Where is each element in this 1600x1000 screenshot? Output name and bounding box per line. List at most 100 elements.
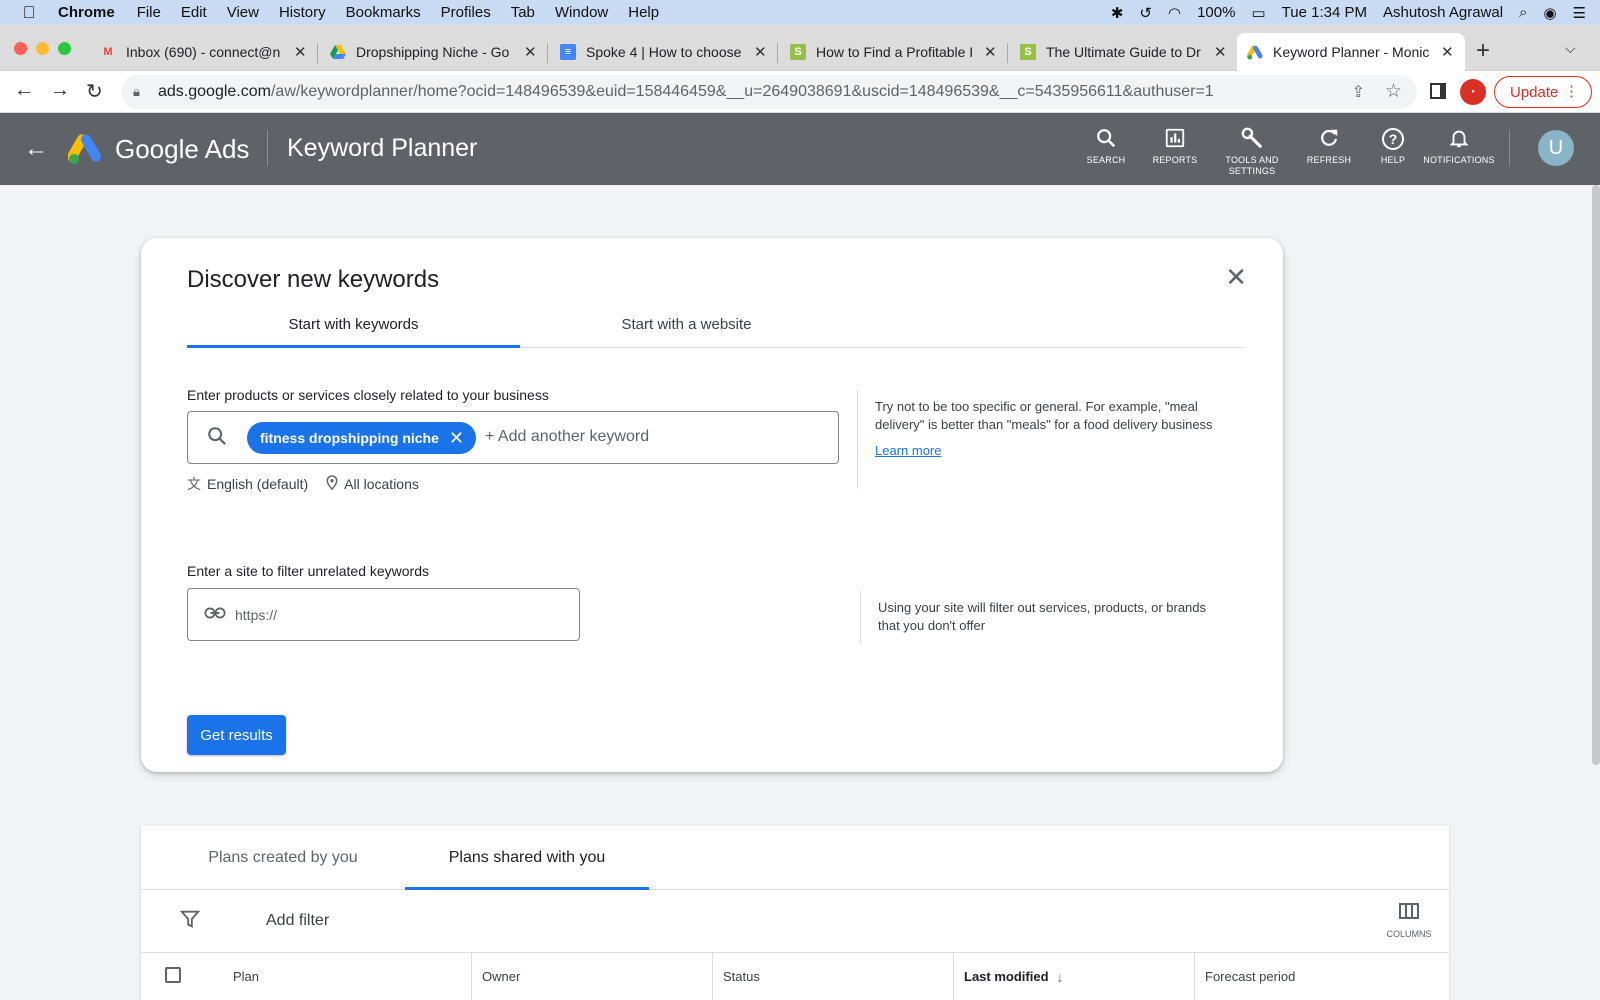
header-button-label: SEARCH [1086, 155, 1126, 165]
browser-tab-docs[interactable]: ≡ Spoke 4 | How to choose ✕ [550, 33, 778, 71]
svg-text:?: ? [1389, 131, 1398, 147]
spotlight-search-icon[interactable]: ⌕ [1519, 4, 1527, 21]
header-search-button[interactable]: SEARCH [1068, 127, 1144, 166]
header-reports-button[interactable]: REPORTS [1137, 127, 1213, 166]
bluetooth-icon[interactable]: ✱ [1111, 4, 1124, 22]
menu-file[interactable]: File [137, 4, 161, 21]
tab-start-with-keywords[interactable]: Start with keywords [187, 300, 520, 348]
page-scrollbar[interactable] [1592, 185, 1600, 765]
menu-help[interactable]: Help [628, 4, 659, 21]
translate-icon: 文 [187, 476, 201, 492]
product-title: Keyword Planner [287, 134, 478, 162]
site-url-input[interactable]: https:// [235, 607, 277, 623]
time-machine-icon[interactable]: ↺ [1139, 4, 1152, 22]
tab-start-with-website[interactable]: Start with a website [520, 300, 853, 348]
menu-history[interactable]: History [279, 4, 326, 21]
site-input-box[interactable]: https:// [187, 588, 580, 641]
share-icon[interactable]: ⇪ [1352, 82, 1365, 102]
menu-edit[interactable]: Edit [181, 4, 207, 21]
update-button[interactable]: Update ⋮ [1494, 76, 1592, 108]
tab-title: The Ultimate Guide to Dr [1046, 44, 1201, 60]
menu-tab[interactable]: Tab [511, 4, 535, 21]
close-tab-icon[interactable]: ✕ [984, 43, 997, 61]
shopify-icon: S [790, 44, 806, 60]
header-help-button[interactable]: ? HELP [1355, 127, 1431, 166]
browser-tab-shopify-2[interactable]: S The Ultimate Guide to Dr ✕ [1010, 33, 1237, 71]
language-selector[interactable]: English (default) [207, 476, 308, 492]
header-notifications-button[interactable]: NOTIFICATIONS [1421, 127, 1497, 166]
location-pin-icon [326, 475, 338, 493]
account-avatar[interactable]: U [1538, 130, 1574, 166]
clock[interactable]: Tue 1:34 PM [1282, 4, 1367, 21]
keyword-chip[interactable]: fitness dropshipping niche ✕ [247, 422, 476, 454]
forward-arrow-icon[interactable]: → [50, 79, 70, 102]
back-arrow-icon[interactable]: ← [24, 135, 48, 163]
search-icon [1068, 127, 1144, 153]
siri-icon[interactable]: ◉ [1543, 4, 1556, 22]
address-bar[interactable]: 🔒︎ ads.google.com/aw/keywordplanner/home… [121, 75, 1417, 109]
bookmark-star-icon[interactable]: ☆ [1385, 80, 1402, 103]
location-selector[interactable]: All locations [344, 476, 419, 492]
tab-search-chevron-icon[interactable]: ⌵ [1565, 40, 1576, 57]
maximize-window-button[interactable] [58, 42, 71, 55]
browser-tab-drive[interactable]: Dropshipping Niche - Go ✕ [320, 33, 548, 71]
select-all-checkbox[interactable] [165, 967, 181, 983]
column-header-forecast-period[interactable]: Forecast period [1195, 953, 1435, 1000]
filter-icon[interactable] [179, 908, 201, 936]
minimize-window-button[interactable] [36, 42, 49, 55]
apple-icon[interactable]:  [0, 3, 58, 23]
battery-icon[interactable]: ▭ [1251, 4, 1265, 22]
column-header-owner[interactable]: Owner [472, 953, 712, 1000]
back-arrow-icon[interactable]: ← [14, 79, 34, 102]
menu-app-chrome[interactable]: Chrome [58, 4, 115, 21]
profile-avatar-icon[interactable]: ● [1460, 79, 1486, 105]
menu-profiles[interactable]: Profiles [441, 4, 491, 21]
lock-icon[interactable]: 🔒︎ [133, 84, 140, 100]
wifi-icon[interactable]: ◠ [1168, 4, 1181, 22]
keywords-input-box[interactable]: fitness dropshipping niche ✕ + Add anoth… [187, 411, 839, 464]
side-panel-icon[interactable] [1430, 83, 1446, 99]
menu-view[interactable]: View [227, 4, 259, 21]
add-filter-button[interactable]: Add filter [266, 912, 329, 930]
column-header-plan[interactable]: Plan [223, 953, 473, 1000]
reload-icon[interactable]: ↻ [86, 79, 103, 104]
plans-tabs: Plans created by you Plans shared with y… [141, 826, 1449, 890]
column-header-status[interactable]: Status [713, 953, 953, 1000]
menu-window[interactable]: Window [555, 4, 608, 21]
header-button-label: NOTIFICATIONS [1423, 155, 1495, 165]
menu-bookmarks[interactable]: Bookmarks [346, 4, 421, 21]
close-tab-icon[interactable]: ✕ [1441, 43, 1454, 61]
close-window-button[interactable] [14, 42, 27, 55]
url-text[interactable]: ads.google.com/aw/keywordplanner/home?oc… [158, 83, 1214, 101]
close-icon[interactable]: ✕ [1225, 262, 1247, 293]
targeting-row: 文 English (default) All locations [187, 474, 419, 494]
header-tools-settings-button[interactable]: TOOLS AND SETTINGS [1214, 127, 1290, 177]
browser-tab-keyword-planner[interactable]: Keyword Planner - Monic ✕ [1237, 33, 1465, 71]
browser-tab-shopify-1[interactable]: S How to Find a Profitable I ✕ [780, 33, 1008, 71]
user-name[interactable]: Ashutosh Agrawal [1383, 4, 1503, 21]
tab-plans-created[interactable]: Plans created by you [181, 826, 385, 890]
new-tab-button[interactable]: + [1476, 37, 1490, 65]
learn-more-link[interactable]: Learn more [875, 442, 1235, 460]
tab-title: Spoke 4 | How to choose [586, 44, 742, 60]
close-tab-icon[interactable]: ✕ [754, 43, 767, 61]
google-ads-header: ← Google Ads Keyword Planner SEARCH REPO… [0, 113, 1600, 185]
close-tab-icon[interactable]: ✕ [524, 43, 537, 61]
tab-plans-shared[interactable]: Plans shared with you [405, 826, 649, 890]
column-header-last-modified[interactable]: Last modified ↓ [954, 953, 1194, 1000]
add-keyword-input[interactable]: + Add another keyword [485, 428, 649, 446]
remove-keyword-icon[interactable]: ✕ [449, 428, 464, 449]
columns-button[interactable]: COLUMNS [1381, 902, 1437, 939]
tab-title: Dropshipping Niche - Go [356, 44, 510, 60]
close-tab-icon[interactable]: ✕ [1214, 43, 1227, 61]
tab-title: How to Find a Profitable I [816, 44, 974, 60]
browser-tab-gmail[interactable]: M Inbox (690) - connect@n ✕ [90, 33, 318, 71]
get-results-button[interactable]: Get results [187, 715, 286, 755]
site-label: Enter a site to filter unrelated keyword… [187, 563, 430, 579]
close-tab-icon[interactable]: ✕ [294, 43, 307, 61]
filter-bar: Add filter COLUMNS [141, 890, 1449, 953]
more-vert-icon: ⋮ [1564, 83, 1579, 100]
brand-title: Google Ads [115, 134, 250, 164]
control-center-icon[interactable]: ☰ [1573, 4, 1586, 22]
keyword-chip-label: fitness dropshipping niche [260, 430, 439, 446]
